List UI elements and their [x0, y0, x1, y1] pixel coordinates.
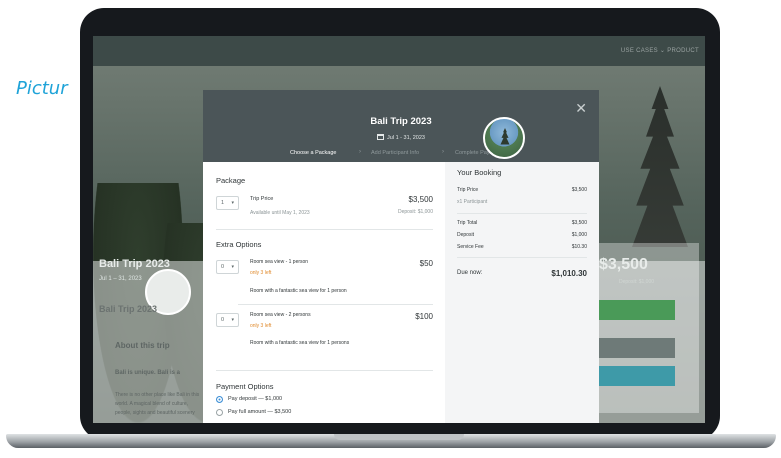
- chevron-down-icon: ▾: [231, 317, 234, 323]
- step-separator: ›: [442, 149, 444, 155]
- extra-description: Room with a fantastic sea view for 1 per…: [250, 340, 350, 346]
- extras-heading: Extra Options: [216, 240, 262, 249]
- extra-qty-value: 0: [221, 317, 225, 323]
- extra-stock-warning: only 3 left: [250, 270, 272, 276]
- options-column: Package 1 ▾ Trip Price Available until Ma…: [203, 162, 445, 423]
- background-description: There is no other place like Bali in thi…: [115, 392, 200, 416]
- package-heading: Package: [216, 176, 246, 185]
- summary-trip-row: Trip Price $3,500: [457, 187, 587, 193]
- payment-heading: Payment Options: [216, 382, 274, 391]
- extra-name: Room sea view - 1 person: [250, 259, 309, 265]
- booking-heading: Your Booking: [457, 168, 502, 177]
- pay-full-radio[interactable]: [216, 409, 223, 416]
- modal-date-text: Jul 1 - 31, 2023: [387, 135, 425, 141]
- background-select: [599, 338, 675, 358]
- divider: [216, 229, 433, 230]
- extra-price: $50: [419, 259, 433, 268]
- caption-text: Pictur: [16, 78, 68, 99]
- divider: [457, 213, 587, 214]
- divider: [238, 304, 433, 305]
- extra-description: Room with a fantastic sea view for 1 per…: [250, 288, 347, 294]
- due-label: Due now:: [457, 270, 483, 276]
- due-value: $1,010.30: [551, 269, 587, 278]
- package-quantity-select[interactable]: 1 ▾: [216, 196, 239, 210]
- summary-row-value: $3,500: [571, 220, 587, 226]
- background-bali-text: Bali is unique. Bali is a: [115, 370, 181, 376]
- pay-full-label: Pay full amount — $3,500: [228, 409, 292, 415]
- package-name: Trip Price: [250, 196, 274, 202]
- extra-price: $100: [415, 312, 433, 321]
- summary-row-label: Trip Total: [457, 220, 478, 226]
- background-book-button: [599, 300, 675, 320]
- background-nav: USE CASES ⌄ PRODUCT: [620, 48, 699, 54]
- step-separator: ›: [359, 149, 361, 155]
- summary-participants: x1 Participant: [457, 199, 488, 205]
- background-title: Bali Trip 2023: [99, 258, 170, 270]
- step-participant-info[interactable]: Add Participant Info: [371, 150, 419, 156]
- background-trip-label: Bali Trip 2023: [99, 304, 158, 314]
- extra-name: Room sea view - 2 persons: [250, 312, 311, 318]
- summary-row-value: $1,000: [571, 232, 587, 238]
- step-choose-package[interactable]: Choose a Package: [290, 150, 336, 156]
- package-deposit: Deposit: $1,000: [397, 209, 433, 215]
- package-availability: Available until May 1, 2023: [250, 210, 310, 216]
- chevron-down-icon: ▾: [231, 264, 234, 270]
- background-date: Jul 1 – 31, 2023: [99, 276, 142, 282]
- summary-row-label: Service Fee: [457, 244, 484, 250]
- stage: Pictur USE CASES ⌄ PRODUCT Bali Trip 202…: [0, 0, 781, 458]
- pay-deposit-radio[interactable]: [216, 396, 223, 403]
- summary-row: Deposit $1,000: [457, 232, 587, 238]
- package-price: $3,500: [408, 195, 433, 204]
- chevron-down-icon: ▾: [231, 200, 234, 206]
- summary-row: Service Fee $10.30: [457, 244, 587, 250]
- trip-logo-avatar: [483, 117, 525, 159]
- pagoda-icon: [500, 128, 510, 145]
- laptop-screen: USE CASES ⌄ PRODUCT Bali Trip 2023 Jul 1…: [93, 36, 705, 423]
- summary-due: Due now: $1,010.30: [457, 269, 587, 278]
- summary-trip-label: Trip Price: [457, 187, 479, 193]
- background-price: $3,500: [599, 256, 648, 273]
- extra-qty-value: 0: [221, 264, 225, 270]
- background-about-heading: About this trip: [115, 341, 170, 350]
- extra-quantity-select[interactable]: 0 ▾: [216, 313, 239, 327]
- booking-summary: Your Booking Trip Price $3,500 x1 Partici…: [445, 162, 599, 423]
- summary-row-value: $10.30: [571, 244, 587, 250]
- background-action-button: [599, 366, 675, 386]
- summary-row-label: Deposit: [457, 232, 474, 238]
- close-icon[interactable]: ✕: [575, 100, 587, 117]
- booking-modal: ✕ Bali Trip 2023 Jul 1 - 31, 2023 Choose…: [203, 90, 599, 423]
- calendar-icon: [377, 134, 385, 140]
- laptop-notch: [334, 434, 464, 440]
- summary-trip-value: $3,500: [571, 187, 587, 193]
- divider: [457, 257, 587, 258]
- package-qty-value: 1: [221, 200, 225, 206]
- extra-quantity-select[interactable]: 0 ▾: [216, 260, 239, 274]
- modal-date: Jul 1 - 31, 2023: [203, 134, 599, 141]
- pay-deposit-label: Pay deposit — $1,000: [228, 396, 283, 402]
- modal-title: Bali Trip 2023: [370, 116, 432, 127]
- modal-header: ✕ Bali Trip 2023 Jul 1 - 31, 2023 Choose…: [203, 90, 599, 162]
- extra-stock-warning: only 3 left: [250, 323, 272, 329]
- summary-row: Trip Total $3,500: [457, 220, 587, 226]
- background-fee: Deposit: $1,000: [619, 279, 655, 285]
- divider: [216, 370, 433, 371]
